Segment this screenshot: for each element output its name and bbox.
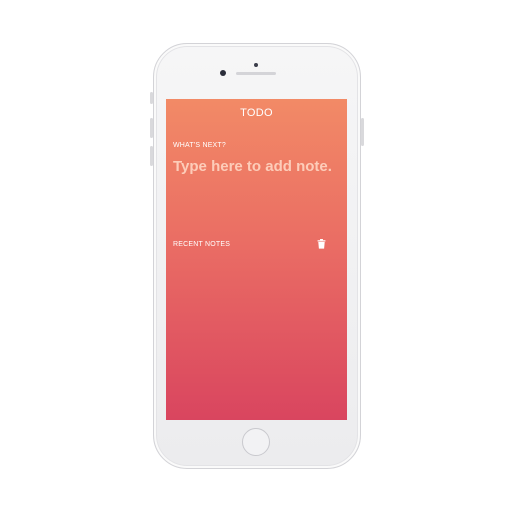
front-camera bbox=[220, 70, 226, 76]
power-button bbox=[361, 118, 364, 146]
recent-notes-label: RECENT NOTES bbox=[173, 241, 231, 248]
device-mockup: TODO WHAT'S NEXT? RECENT NOTES bbox=[0, 0, 512, 512]
whats-next-label: WHAT'S NEXT? bbox=[173, 142, 226, 149]
note-input[interactable] bbox=[173, 157, 338, 203]
app-screen: TODO WHAT'S NEXT? RECENT NOTES bbox=[166, 99, 347, 420]
home-button[interactable] bbox=[242, 428, 270, 456]
clear-notes-button[interactable] bbox=[316, 238, 327, 250]
earpiece-speaker bbox=[236, 72, 276, 75]
front-sensor bbox=[254, 63, 258, 67]
trash-icon bbox=[317, 236, 326, 254]
app-title: TODO bbox=[240, 107, 273, 119]
